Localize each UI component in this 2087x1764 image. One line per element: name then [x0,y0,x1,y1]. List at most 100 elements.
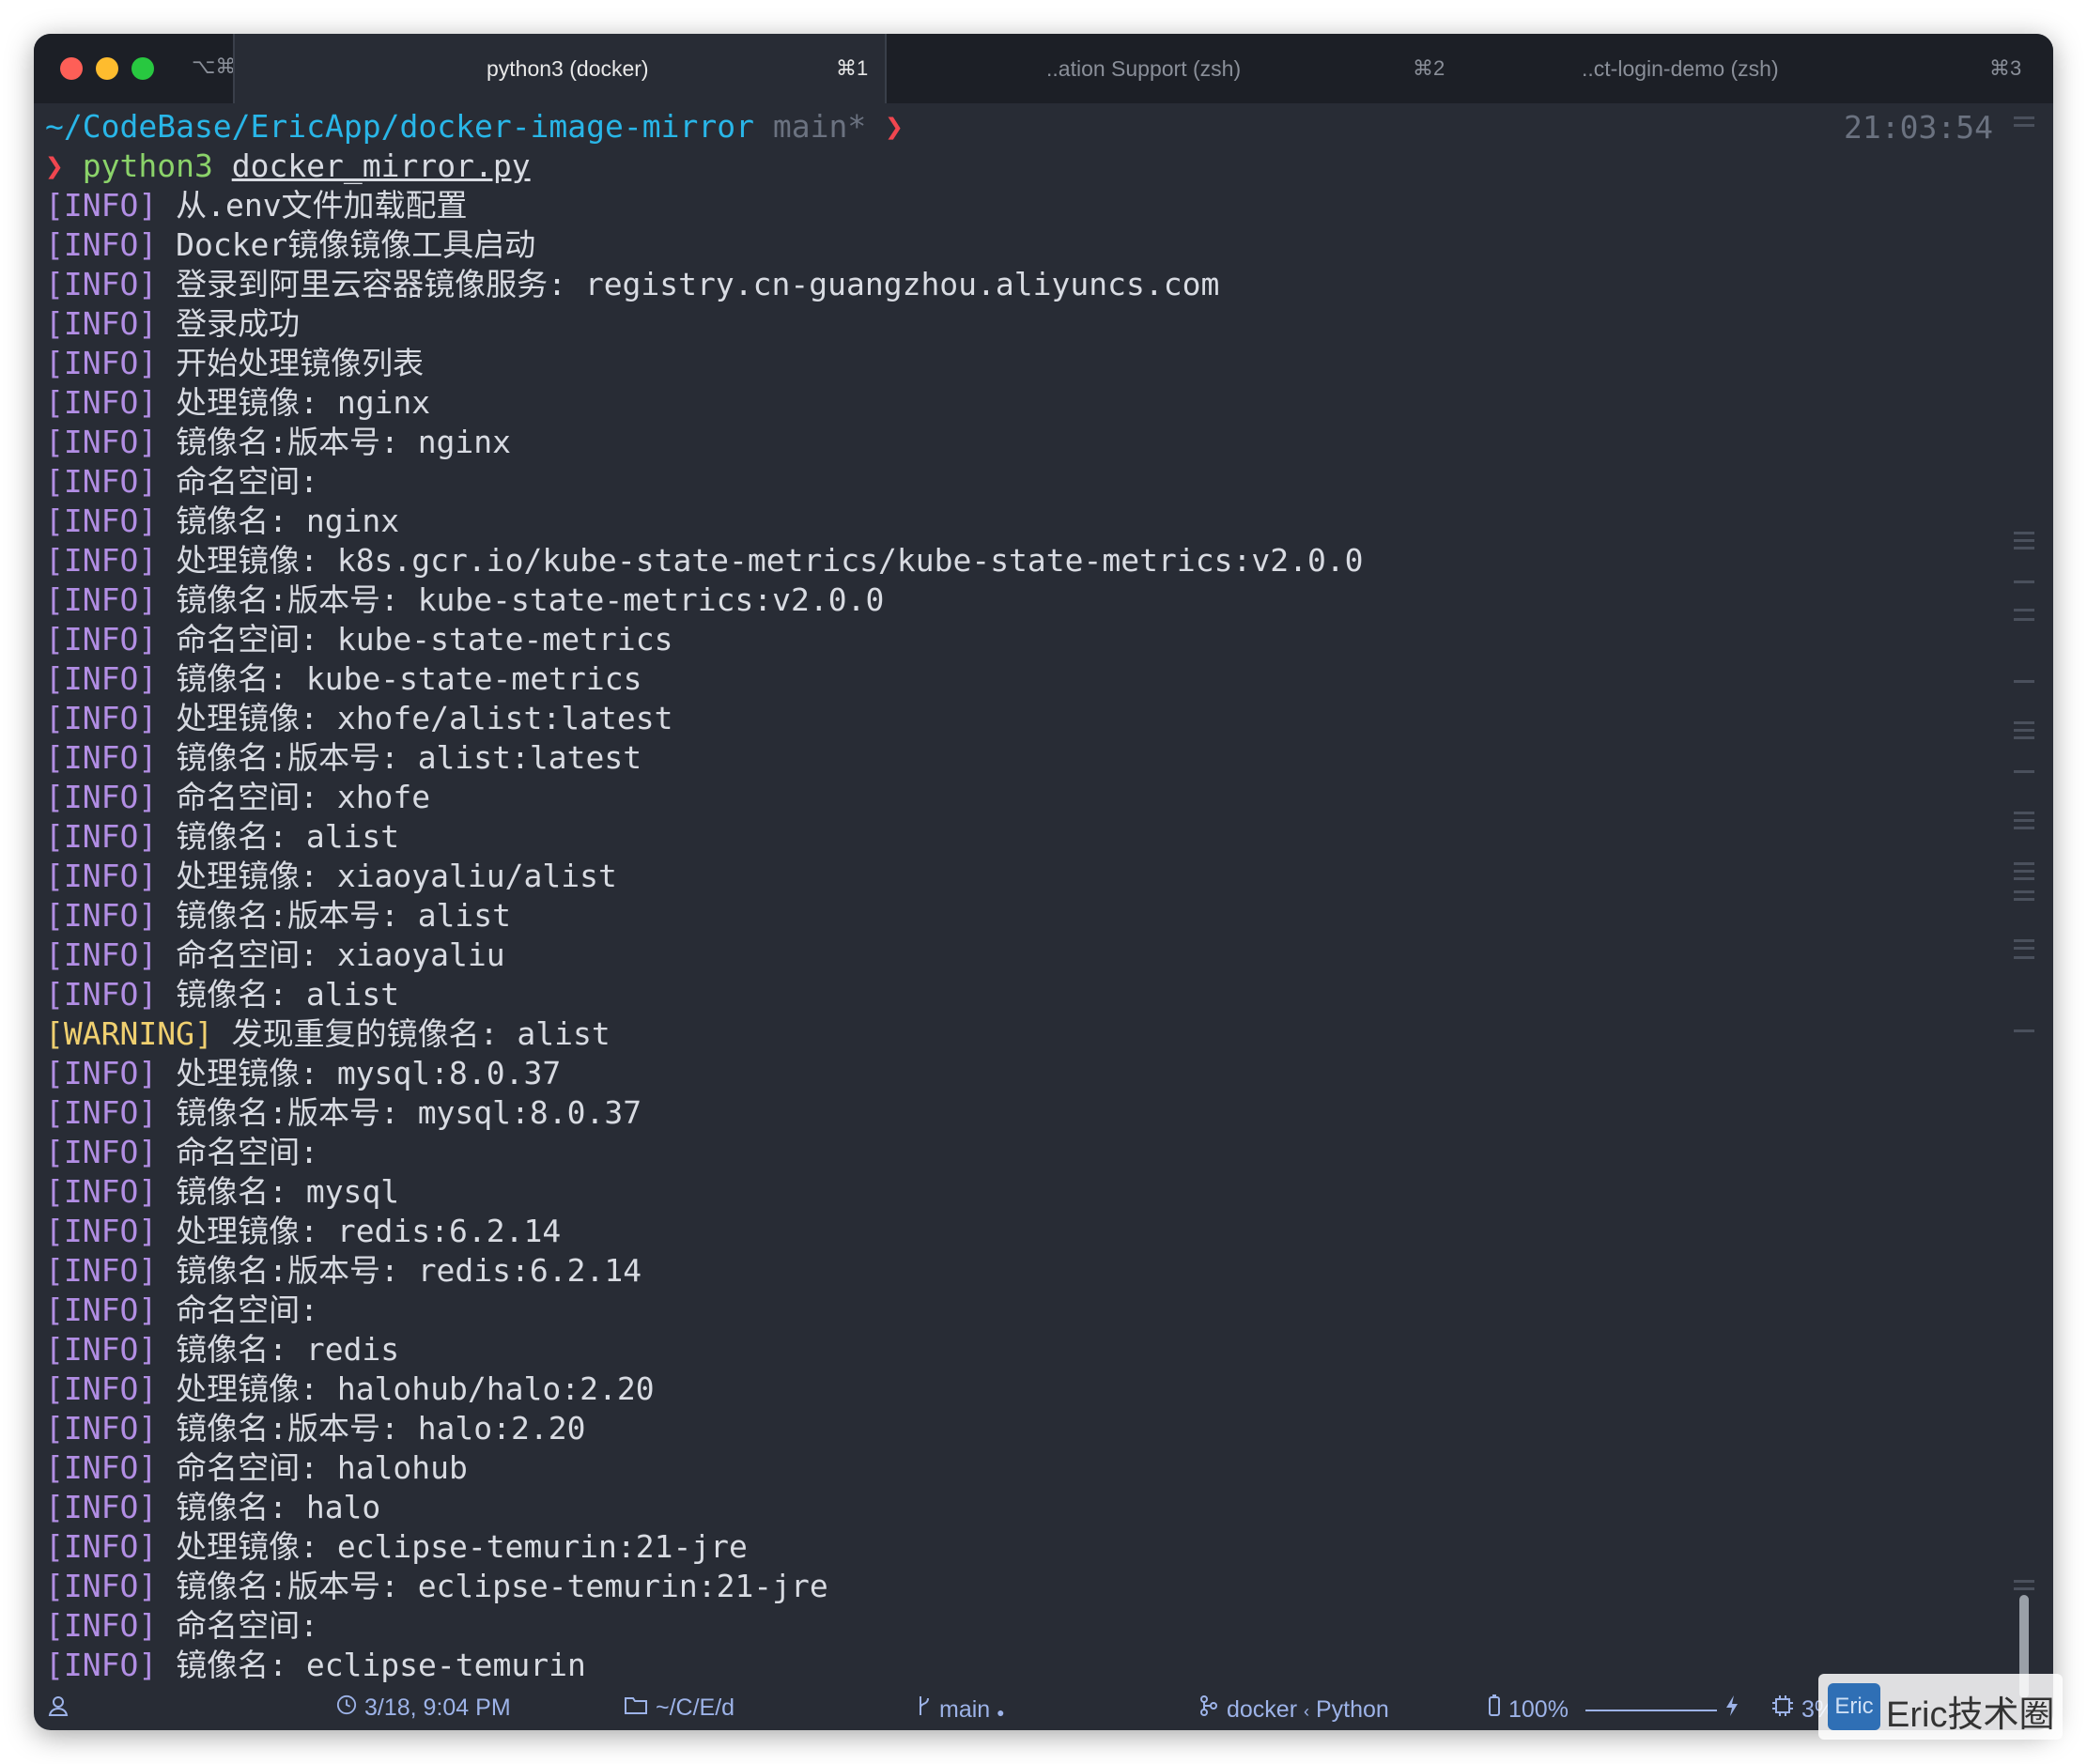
branch-status-dot: ● [997,1705,1005,1720]
log-message: 处理镜像: xiaoyaliu/alist [157,858,617,894]
log-info-tag: [INFO] [45,226,158,263]
tab-ct-login-demo[interactable]: ..ct-login-demo (zsh) ⌘3 [1450,34,2053,103]
log-message: 登录到阿里云容器镜像服务: registry.cn-guangzhou.aliy… [157,266,1220,302]
tab-shortcut: ⌘2 [1413,56,1445,80]
log-message: 镜像名:版本号: halo:2.20 [157,1410,586,1447]
status-branch[interactable]: main ● [917,1694,1005,1724]
log-info-tag: [INFO] [45,1607,158,1644]
log-line: [INFO] 镜像名: alist [45,975,399,1014]
lightning-icon [1724,1694,1739,1724]
log-message: 处理镜像: k8s.gcr.io/kube-state-metrics/kube… [157,542,1364,579]
minimize-window-button[interactable] [96,57,118,80]
log-message: 处理镜像: eclipse-temurin:21-jre [157,1528,748,1565]
scroll-mark [2014,116,2034,119]
log-message: 命名空间: [157,1292,318,1328]
log-line: [INFO] 命名空间: xhofe [45,778,430,817]
log-message: 镜像名: halo [157,1489,381,1525]
watermark-logo: Eric [1828,1683,1880,1730]
log-line: [INFO] 镜像名: nginx [45,502,399,541]
log-info-tag: [INFO] [45,818,158,855]
log-info-tag: [INFO] [45,1449,158,1486]
scroll-mark [2014,1580,2034,1583]
scroll-mark [2014,770,2034,773]
scroll-mark [2014,736,2034,739]
log-line: [INFO] 镜像名:版本号: nginx [45,423,511,462]
clock-icon [336,1694,357,1715]
log-line: [INFO] 镜像名:版本号: eclipse-temurin:21-jre [45,1567,828,1606]
log-info-tag: [INFO] [45,739,158,776]
scroll-mark [2014,680,2034,683]
log-message: 发现重复的镜像名: alist [212,1015,611,1052]
cpu-icon [1772,1695,1793,1716]
log-line: [INFO] 命名空间: halohub [45,1448,468,1488]
log-line: [INFO] 镜像名:版本号: halo:2.20 [45,1409,586,1448]
log-message: 镜像名:版本号: alist [157,897,512,934]
scroll-mark [2014,532,2034,534]
tab-python3-docker[interactable]: python3 (docker) ⌘1 [235,34,885,103]
log-message: 镜像名:版本号: redis:6.2.14 [157,1252,642,1289]
log-line: [INFO] 处理镜像: k8s.gcr.io/kube-state-metri… [45,541,1364,580]
log-info-tag: [INFO] [45,1331,158,1368]
log-message: 命名空间: xiaoyaliu [157,936,505,973]
log-info-tag: [INFO] [45,1370,158,1407]
log-line: [INFO] 镜像名: alist [45,817,399,857]
log-info-tag: [INFO] [45,1647,158,1683]
scroll-mark [2014,580,2034,583]
log-info-tag: [INFO] [45,779,158,815]
scrollbar[interactable] [2014,111,2034,1698]
tab-shortcut: ⌘3 [1989,56,2022,80]
log-info-tag: [INFO] [45,305,158,342]
log-message: 镜像名:版本号: nginx [157,424,512,460]
log-message: 镜像名: alist [157,818,400,855]
log-message: 处理镜像: xhofe/alist:latest [157,700,673,736]
log-line: [WARNING] 发现重复的镜像名: alist [45,1014,611,1054]
log-message: 镜像名: nginx [157,503,400,539]
log-info-tag: [INFO] [45,1252,158,1289]
log-info-tag: [INFO] [45,424,158,460]
log-line: [INFO] 处理镜像: nginx [45,383,430,423]
prompt-line: ~/CodeBase/EricApp/docker-image-mirror m… [45,107,904,147]
log-message: 开始处理镜像列表 [157,345,425,381]
status-bar: 3/18, 9:04 PM ~/C/E/d main ● docker ‹ Py… [34,1687,2053,1730]
status-datetime-text: 3/18, 9:04 PM [364,1694,511,1721]
log-info-tag: [INFO] [45,1213,158,1249]
command-argument[interactable]: docker_mirror.py [232,147,531,184]
status-path-text: ~/C/E/d [656,1694,735,1721]
command-arrow-icon: ❯ [45,147,64,184]
log-message: 命名空间: [157,1134,318,1170]
log-info-tag: [INFO] [45,581,158,618]
log-line: [INFO] 命名空间: [45,1133,318,1172]
log-line: [INFO] 处理镜像: xiaoyaliu/alist [45,857,617,896]
status-environment[interactable]: docker ‹ Python [1198,1694,1389,1724]
status-branch-text: main [939,1696,991,1723]
env-separator: ‹ [1304,1702,1309,1721]
user-icon [47,1694,70,1724]
tab-label: ..ation Support (zsh) [1046,56,1242,81]
tab-application-support[interactable]: ..ation Support (zsh) ⌘2 [887,34,1450,103]
log-message: 处理镜像: nginx [157,384,431,421]
terminal-output[interactable]: ~/CodeBase/EricApp/docker-image-mirror m… [34,103,2016,1719]
tab-label: ..ct-login-demo (zsh) [1582,56,1779,81]
status-path[interactable]: ~/C/E/d [624,1694,734,1722]
log-info-tag: [INFO] [45,345,158,381]
log-info-tag: [INFO] [45,897,158,934]
close-window-button[interactable] [60,57,83,80]
zoom-window-button[interactable] [131,57,154,80]
log-line: [INFO] 开始处理镜像列表 [45,344,424,383]
log-line: [INFO] 镜像名: redis [45,1330,399,1369]
command-name: python3 [82,147,213,184]
terminal-window: ⌥⌘1 python3 (docker) ⌘1 ..ation Support … [34,34,2053,1730]
prompt-arrow-icon: ❯ [885,108,904,145]
scroll-mark [2014,547,2034,549]
log-line: [INFO] 处理镜像: mysql:8.0.37 [45,1054,561,1093]
log-info-tag: [INFO] [45,1410,158,1447]
prompt-branch: main* [772,108,867,145]
log-message: 镜像名:版本号: alist:latest [157,739,642,776]
log-line: [INFO] 镜像名:版本号: redis:6.2.14 [45,1251,642,1291]
scroll-mark [2014,870,2034,873]
scroll-mark [2014,721,2034,724]
log-line: [INFO] 命名空间: [45,1291,318,1330]
scroll-mark [2014,939,2034,942]
log-line: [INFO] 命名空间: [45,462,318,502]
log-message: 镜像名:版本号: kube-state-metrics:v2.0.0 [157,581,885,618]
